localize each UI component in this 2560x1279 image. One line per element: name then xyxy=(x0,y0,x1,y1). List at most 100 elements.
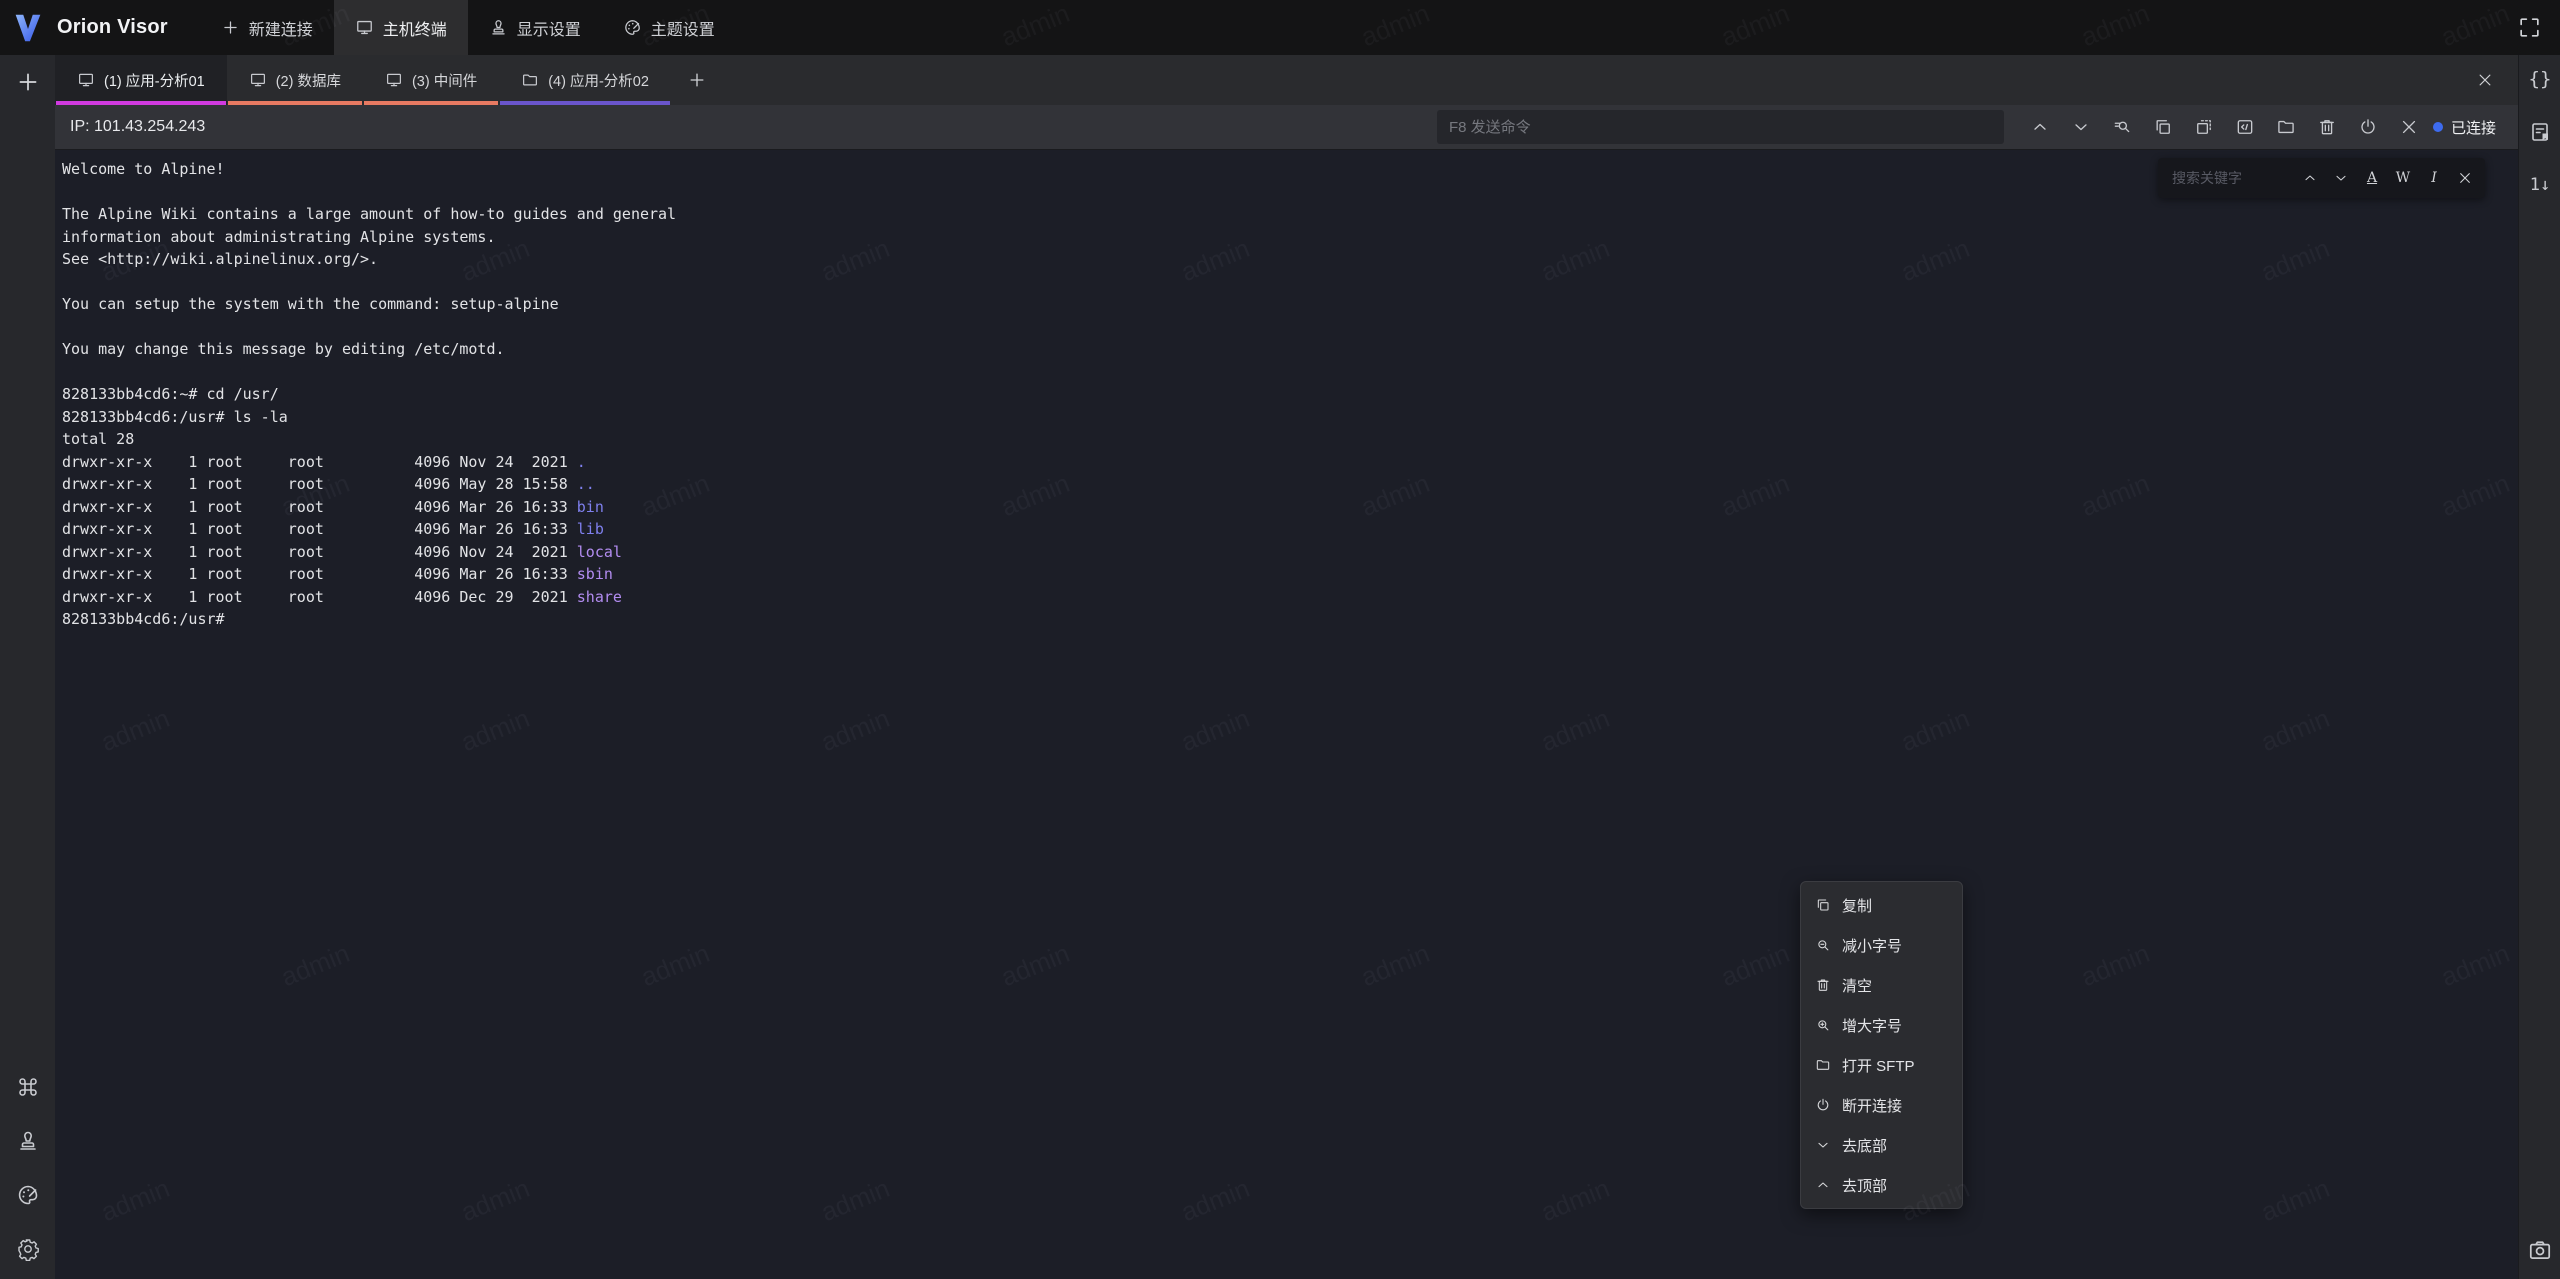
context-menu-item[interactable]: 清空 xyxy=(1801,965,1962,1005)
context-menu-item[interactable]: 去顶部 xyxy=(1801,1165,1962,1205)
send-command-input[interactable] xyxy=(1437,110,2004,144)
context-menu-item[interactable]: 增大字号 xyxy=(1801,1005,1962,1045)
host-toolbar: IP: 101.43.254.243 已连接 xyxy=(55,105,2518,150)
braces-icon[interactable]: {} xyxy=(2528,67,2552,91)
paste-button[interactable] xyxy=(2194,117,2214,137)
tab-1[interactable]: (1) 应用-分析01 xyxy=(55,55,227,105)
paste-icon xyxy=(2194,117,2214,137)
status-dot xyxy=(2433,122,2443,132)
context-menu-label: 复制 xyxy=(1842,895,1872,916)
search-whole-word-button[interactable]: W xyxy=(2395,170,2411,186)
search-match-case-button[interactable]: A xyxy=(2364,170,2380,186)
menu-item-display-settings[interactable]: 显示设置 xyxy=(468,0,602,55)
terminal-line: Welcome to Alpine! xyxy=(62,160,225,178)
search-close-button[interactable] xyxy=(2457,170,2473,186)
match-case-icon: A xyxy=(2364,170,2380,186)
chevron-down-button[interactable] xyxy=(2071,117,2091,137)
terminal-screen[interactable]: Welcome to Alpine! The Alpine Wiki conta… xyxy=(55,150,2518,1279)
folder-icon xyxy=(521,71,539,89)
sort-icon[interactable]: 1↓ xyxy=(2528,173,2552,197)
search-controls: AWI xyxy=(2302,170,2473,186)
context-menu-item[interactable]: 减小字号 xyxy=(1801,925,1962,965)
context-menu-item[interactable]: 断开连接 xyxy=(1801,1085,1962,1125)
tab-3[interactable]: (3) 中间件 xyxy=(363,55,499,105)
terminal-line: The Alpine Wiki contains a large amount … xyxy=(62,205,676,223)
right-sidebar-bottom-icons xyxy=(2527,1237,2553,1279)
monitor-icon xyxy=(77,71,95,89)
gear-icon[interactable] xyxy=(16,1237,40,1261)
terminal-line: drwxr-xr-x 1 root root 4096 Mar 26 16:33… xyxy=(62,498,604,516)
terminal-line: You may change this message by editing /… xyxy=(62,340,505,358)
camera-icon[interactable] xyxy=(2527,1237,2553,1263)
doc-bookmark-icon[interactable] xyxy=(2528,120,2552,144)
command-icon[interactable] xyxy=(16,1075,40,1099)
plus-icon xyxy=(221,18,240,37)
terminal-context-menu: 复制减小字号清空增大字号打开 SFTP 断开连接去底部去顶部 xyxy=(1800,881,1963,1209)
stamp-icon[interactable] xyxy=(16,1129,40,1153)
folder-icon xyxy=(2276,117,2296,137)
close-all-tabs-button[interactable] xyxy=(2476,55,2494,105)
zoom-out-icon xyxy=(1815,937,1831,953)
terminal-line: drwxr-xr-x 1 root root 4096 Nov 24 2021 … xyxy=(62,453,586,471)
terminal-line: information about administrating Alpine … xyxy=(62,228,495,246)
menu-item-label: 显示设置 xyxy=(517,16,581,40)
palette-icon[interactable] xyxy=(16,1183,40,1207)
stamp-icon xyxy=(489,18,508,37)
tab-label: (3) 中间件 xyxy=(412,70,477,91)
context-menu-label: 去顶部 xyxy=(1842,1175,1887,1196)
context-menu-item[interactable]: 去底部 xyxy=(1801,1125,1962,1165)
snippet-icon xyxy=(2235,117,2255,137)
close-icon xyxy=(2476,71,2494,89)
trash-button[interactable] xyxy=(2317,117,2337,137)
copy-button[interactable] xyxy=(2153,117,2173,137)
power-icon xyxy=(2358,117,2378,137)
menu-item-label: 主题设置 xyxy=(651,16,715,40)
tabs: (1) 应用-分析01 (2) 数据库 (3) 中间件 (4) 应用-分析02 xyxy=(55,55,671,105)
terminal-line: You can setup the system with the comman… xyxy=(62,295,559,313)
context-menu-label: 减小字号 xyxy=(1842,935,1902,956)
chevron-up-icon xyxy=(2302,170,2318,186)
power-button[interactable] xyxy=(2358,117,2378,137)
context-menu-label: 增大字号 xyxy=(1842,1015,1902,1036)
orion-visor-logo-icon xyxy=(9,9,47,47)
new-tab-button[interactable] xyxy=(671,55,723,105)
search-input[interactable] xyxy=(2170,169,2294,187)
monitor-icon xyxy=(249,71,267,89)
right-sidebar: {} 1↓ xyxy=(2518,55,2560,1279)
menu-item-new-connection[interactable]: 新建连接 xyxy=(200,0,334,55)
search-chevron-down-button[interactable] xyxy=(2333,170,2349,186)
close-icon xyxy=(2457,170,2473,186)
orion-visor-app: Orion Visor 新建连接主机终端 显示设置 主题设置 {} 1↓ (1) 应用… xyxy=(0,0,2560,1279)
menu-item-theme-settings[interactable]: 主题设置 xyxy=(602,0,736,55)
search-chevron-up-button[interactable] xyxy=(2302,170,2318,186)
fullscreen-icon[interactable] xyxy=(2517,15,2542,40)
brand: Orion Visor xyxy=(0,0,168,55)
search-regex-button[interactable]: I xyxy=(2426,170,2442,186)
copy-icon xyxy=(1815,897,1831,913)
context-menu-label: 断开连接 xyxy=(1842,1095,1902,1116)
status-label: 已连接 xyxy=(2451,117,2496,138)
terminal-output: Welcome to Alpine! The Alpine Wiki conta… xyxy=(55,150,2518,631)
connection-status: 已连接 xyxy=(2433,117,2496,138)
close-button[interactable] xyxy=(2399,117,2419,137)
context-menu-item[interactable]: 复制 xyxy=(1801,885,1962,925)
tab-label: (1) 应用-分析01 xyxy=(104,70,205,91)
context-menu-label: 清空 xyxy=(1842,975,1872,996)
terminal-line: drwxr-xr-x 1 root root 4096 Dec 29 2021 … xyxy=(62,588,622,606)
folder-button[interactable] xyxy=(2276,117,2296,137)
chevron-up-icon xyxy=(2030,117,2050,137)
tab-2[interactable]: (2) 数据库 xyxy=(227,55,363,105)
menu-item-host-terminal[interactable]: 主机终端 xyxy=(334,0,468,55)
tab-label: (2) 数据库 xyxy=(276,70,341,91)
find-button[interactable] xyxy=(2112,117,2132,137)
context-menu-item[interactable]: 打开 SFTP xyxy=(1801,1045,1962,1085)
palette-icon xyxy=(623,18,642,37)
power-icon xyxy=(1815,1097,1831,1113)
zoom-in-icon xyxy=(1815,1017,1831,1033)
tab-4[interactable]: (4) 应用-分析02 xyxy=(499,55,671,105)
copy-icon xyxy=(2153,117,2173,137)
new-connection-plus-icon[interactable] xyxy=(15,69,41,95)
snippet-button[interactable] xyxy=(2235,117,2255,137)
chevron-up-button[interactable] xyxy=(2030,117,2050,137)
tab-label: (4) 应用-分析02 xyxy=(548,70,649,91)
